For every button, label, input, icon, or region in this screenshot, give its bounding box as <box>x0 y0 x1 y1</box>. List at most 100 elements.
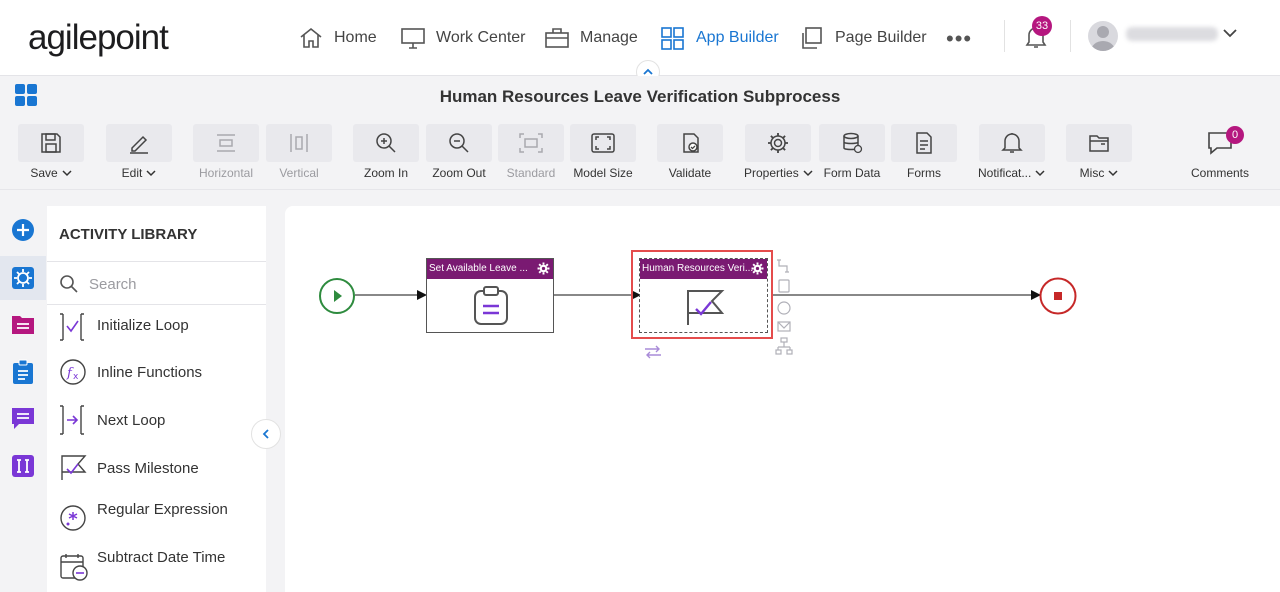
stop-icon <box>1054 292 1062 300</box>
properties-label: Properties <box>744 166 799 180</box>
rail-activities[interactable] <box>0 256 46 300</box>
rail-add[interactable] <box>0 208 46 252</box>
rail-messages[interactable] <box>0 396 46 440</box>
activity-header: Set Available Leave ... <box>427 259 553 279</box>
save-button[interactable]: Save <box>18 124 84 186</box>
nav-page-builder-label: Page Builder <box>835 29 927 46</box>
nav-app-builder[interactable]: App Builder <box>660 22 779 54</box>
agilepoint-logo[interactable]: agilepoint <box>28 18 169 58</box>
notifications-button[interactable]: Notificat... <box>978 124 1045 186</box>
validate-button[interactable]: Validate <box>657 124 723 186</box>
standard-button[interactable]: Standard <box>498 124 564 186</box>
library-item-label: Pass Milestone <box>97 460 199 477</box>
svg-text:x: x <box>73 372 79 382</box>
model-size-button[interactable]: Model Size <box>570 124 636 186</box>
library-item-subtract-date-time[interactable]: Subtract Date Time <box>47 546 266 588</box>
nav-page-builder[interactable]: Page Builder <box>799 22 927 54</box>
chevron-down-icon <box>803 170 813 177</box>
standard-size-icon <box>519 133 543 153</box>
vertical-button[interactable]: Vertical <box>266 124 332 186</box>
horizontal-button[interactable]: Horizontal <box>193 124 259 186</box>
title-bar: Human Resources Leave Verification Subpr… <box>0 76 1280 118</box>
zoom-out-button[interactable]: Zoom Out <box>426 124 492 186</box>
folder-icon <box>1089 135 1109 152</box>
briefcase-icon <box>545 28 569 48</box>
library-item-initialize-loop[interactable]: Initialize Loop <box>47 308 266 344</box>
milestone-flag-icon <box>687 290 725 325</box>
nav-manage-label: Manage <box>580 29 638 46</box>
nav-work-center-label: Work Center <box>436 29 526 46</box>
library-item-next-loop[interactable]: Next Loop <box>47 402 266 438</box>
zoom-out-label: Zoom Out <box>432 166 486 180</box>
gear-icon[interactable] <box>537 262 550 275</box>
function-icon: fx <box>60 359 86 385</box>
search-input[interactable] <box>89 274 249 294</box>
chevron-down-icon <box>146 170 156 177</box>
library-item-label: Regular Expression <box>97 501 228 518</box>
nav-home[interactable]: Home <box>298 22 377 54</box>
hierarchy-tool-icon <box>777 342 791 350</box>
zoom-in-label: Zoom In <box>363 166 408 180</box>
library-item-inline-functions[interactable]: fx Inline Functions <box>47 354 266 390</box>
validate-label: Validate <box>668 166 712 180</box>
activities-icon <box>12 267 34 289</box>
gear-icon[interactable] <box>751 262 764 275</box>
forms-label: Forms <box>907 166 941 180</box>
rail-text[interactable] <box>0 444 46 488</box>
activity-set-available-leave[interactable]: Set Available Leave ... <box>426 258 554 333</box>
milestone-flag-icon <box>61 455 87 480</box>
form-data-button[interactable]: Form Data <box>819 124 885 186</box>
text-field-icon <box>12 455 34 477</box>
nav-divider <box>1004 20 1005 52</box>
nav-app-builder-label: App Builder <box>696 29 779 46</box>
left-rail <box>0 206 46 592</box>
library-item-label: Next Loop <box>97 412 166 429</box>
message-icon <box>12 408 34 429</box>
swap-arrows-icon[interactable] <box>643 344 663 360</box>
activity-title: Set Available Leave ... <box>429 263 528 274</box>
edit-button[interactable]: Edit <box>106 124 172 186</box>
clipboard-list-icon <box>474 286 508 325</box>
misc-button[interactable]: Misc <box>1066 124 1132 186</box>
rail-forms[interactable] <box>0 302 46 346</box>
notifications-badge: 33 <box>1032 16 1052 36</box>
search-icon <box>60 275 78 293</box>
library-item-pass-milestone[interactable]: Pass Milestone <box>47 450 266 486</box>
subtract-date-icon <box>60 554 88 581</box>
collapse-library-button[interactable] <box>251 419 281 449</box>
horizontal-label: Horizontal <box>198 166 254 180</box>
align-vertical-icon <box>290 134 308 152</box>
initialize-loop-icon <box>60 313 84 341</box>
forms-button[interactable]: Forms <box>891 124 957 186</box>
properties-button[interactable]: Properties <box>744 124 813 186</box>
user-avatar[interactable] <box>1088 21 1118 51</box>
zoom-in-icon <box>376 133 396 153</box>
activity-human-resources-verification[interactable]: Human Resources Veri... <box>639 258 768 333</box>
add-circle-icon <box>12 219 34 241</box>
form-folder-icon <box>12 316 34 334</box>
chevron-down-icon <box>1108 170 1118 177</box>
regex-icon <box>60 505 86 531</box>
forms-icon <box>916 132 932 154</box>
next-loop-icon <box>60 405 84 435</box>
username-blurred[interactable] <box>1126 27 1218 41</box>
zoom-in-button[interactable]: Zoom In <box>353 124 419 186</box>
nav-work-center[interactable]: Work Center <box>400 22 526 54</box>
rail-clipboard[interactable] <box>0 350 46 394</box>
chevron-down-icon <box>1035 170 1045 177</box>
start-event[interactable] <box>318 277 356 315</box>
home-icon <box>300 27 322 48</box>
end-event[interactable] <box>1038 276 1078 316</box>
library-search <box>47 261 266 305</box>
save-icon <box>41 133 61 153</box>
library-item-label: Inline Functions <box>97 364 203 381</box>
vertical-label: Vertical <box>279 166 319 180</box>
more-menu-icon[interactable]: ••• <box>946 26 972 52</box>
chevron-down-icon <box>62 170 72 177</box>
process-canvas[interactable]: Set Available Leave ... Human Resources … <box>285 206 1280 592</box>
activity-header: Human Resources Veri... <box>640 259 767 279</box>
chevron-down-icon[interactable] <box>1222 26 1238 40</box>
library-item-regular-expression[interactable]: Regular Expression <box>47 498 266 540</box>
nav-manage[interactable]: Manage <box>544 22 638 54</box>
pencil-icon <box>130 135 148 154</box>
